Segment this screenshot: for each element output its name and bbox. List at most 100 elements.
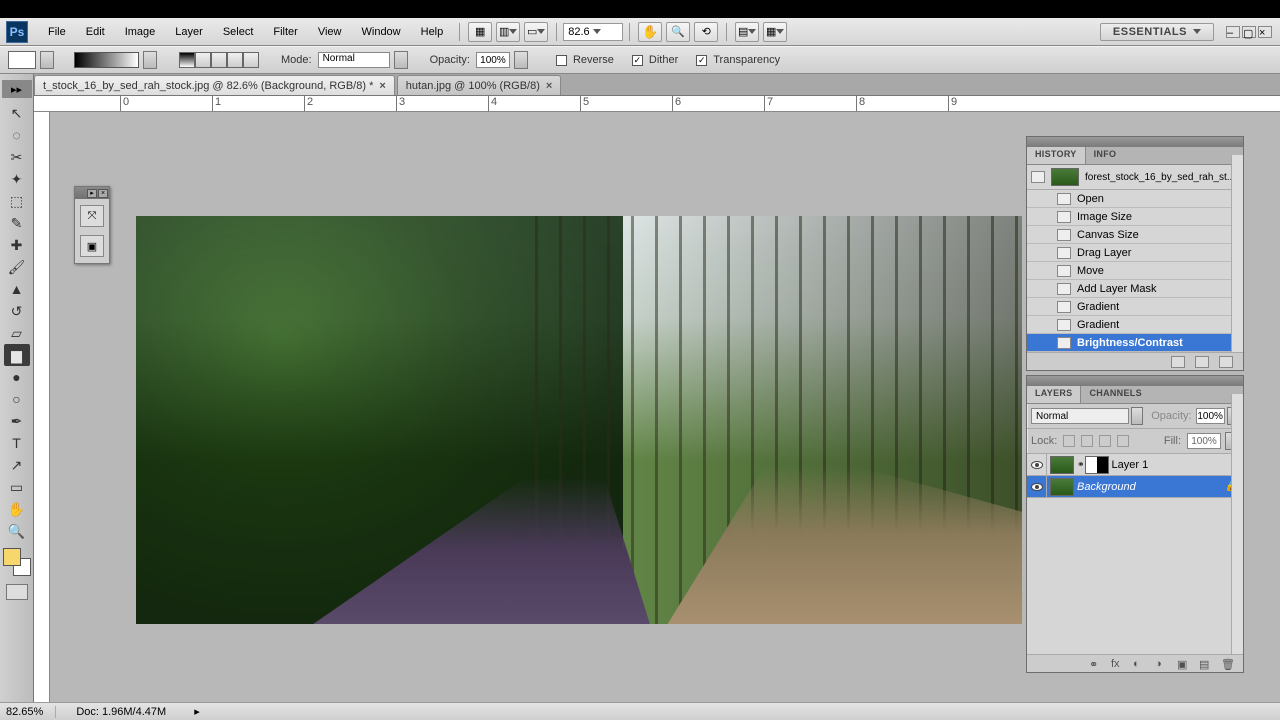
minimize-button[interactable]: – bbox=[1226, 26, 1240, 38]
history-item[interactable]: Open bbox=[1027, 190, 1243, 208]
screen-mode-icon[interactable]: ▭ bbox=[524, 22, 548, 42]
linear-gradient-button[interactable] bbox=[179, 52, 195, 68]
tool-preset-icon[interactable] bbox=[8, 51, 36, 69]
workspace-switcher[interactable]: ESSENTIALS bbox=[1100, 23, 1214, 41]
layer-blend-select[interactable]: Normal bbox=[1031, 408, 1129, 424]
color-swatches[interactable] bbox=[3, 548, 31, 576]
gradient-tool[interactable]: ▆ bbox=[4, 344, 30, 366]
pen-tool[interactable]: ✒ bbox=[4, 410, 30, 432]
tab-layers[interactable]: LAYERS bbox=[1027, 386, 1081, 403]
history-item[interactable]: Canvas Size bbox=[1027, 226, 1243, 244]
close-tab-icon[interactable]: × bbox=[379, 80, 385, 92]
tab-history[interactable]: HISTORY bbox=[1027, 147, 1086, 164]
history-item[interactable]: Gradient bbox=[1027, 316, 1243, 334]
layer-opacity-input[interactable]: 100% bbox=[1196, 408, 1225, 424]
eyedropper-tool[interactable]: ✎ bbox=[4, 212, 30, 234]
menu-select[interactable]: Select bbox=[213, 23, 264, 41]
visibility-toggle[interactable] bbox=[1027, 476, 1047, 497]
status-zoom[interactable]: 82.65% bbox=[6, 706, 56, 718]
opacity-input[interactable]: 100% bbox=[476, 52, 510, 68]
delete-state-icon[interactable] bbox=[1219, 356, 1233, 368]
stamp-tool[interactable]: ▲ bbox=[4, 278, 30, 300]
layer-thumbnail[interactable] bbox=[1050, 478, 1074, 496]
3d-axis-tool[interactable]: ⤧ bbox=[80, 205, 104, 227]
opacity-dropdown[interactable] bbox=[514, 51, 528, 69]
extras-icon[interactable]: ▤ bbox=[735, 22, 759, 42]
link-icon[interactable]: ⚭ bbox=[1077, 459, 1085, 470]
collapse-icon[interactable]: ▸ bbox=[87, 189, 97, 198]
lock-transparency-icon[interactable] bbox=[1063, 435, 1075, 447]
menu-filter[interactable]: Filter bbox=[263, 23, 307, 41]
delete-layer-icon[interactable]: 🗑 bbox=[1221, 658, 1235, 670]
menu-layer[interactable]: Layer bbox=[165, 23, 213, 41]
rotate-view-icon[interactable]: ⟲ bbox=[694, 22, 718, 42]
history-item[interactable]: Add Layer Mask bbox=[1027, 280, 1243, 298]
visibility-toggle[interactable] bbox=[1027, 454, 1047, 475]
history-item[interactable]: Move bbox=[1027, 262, 1243, 280]
layer-name[interactable]: Layer 1 bbox=[1112, 459, 1149, 471]
menu-window[interactable]: Window bbox=[352, 23, 411, 41]
group-icon[interactable]: ▣ bbox=[1177, 658, 1191, 670]
floating-panel[interactable]: ▸ × ⤧ ▣ bbox=[74, 186, 110, 264]
hand-tool[interactable]: ✋ bbox=[4, 498, 30, 520]
toolbar-collapse[interactable]: ▸▸ bbox=[2, 80, 32, 98]
crop-tool[interactable]: ⬚ bbox=[4, 190, 30, 212]
blend-mode-select[interactable]: Normal bbox=[318, 52, 390, 68]
blur-tool[interactable]: ● bbox=[4, 366, 30, 388]
layer-name[interactable]: Background bbox=[1077, 481, 1136, 493]
marquee-tool[interactable]: ◌ bbox=[4, 124, 30, 146]
history-item[interactable]: Gradient bbox=[1027, 298, 1243, 316]
reflected-gradient-button[interactable] bbox=[227, 52, 243, 68]
history-item[interactable]: Brightness/Contrast bbox=[1027, 334, 1243, 352]
panel-grip[interactable] bbox=[1027, 376, 1243, 386]
history-brush-tool[interactable]: ↺ bbox=[4, 300, 30, 322]
layer-thumbnail[interactable] bbox=[1050, 456, 1074, 474]
3d-object-tool[interactable]: ▣ bbox=[80, 235, 104, 257]
reverse-checkbox[interactable] bbox=[556, 55, 567, 66]
tool-preset-dropdown[interactable] bbox=[40, 51, 54, 69]
radial-gradient-button[interactable] bbox=[195, 52, 211, 68]
shape-tool[interactable]: ▭ bbox=[4, 476, 30, 498]
history-item[interactable]: Drag Layer bbox=[1027, 244, 1243, 262]
type-tool[interactable]: T bbox=[4, 432, 30, 454]
lasso-tool[interactable]: ✂ bbox=[4, 146, 30, 168]
panel-grip[interactable] bbox=[1027, 137, 1243, 147]
history-item[interactable]: Image Size bbox=[1027, 208, 1243, 226]
zoom-tool-icon[interactable]: 🔍 bbox=[666, 22, 690, 42]
lock-all-icon[interactable] bbox=[1117, 435, 1129, 447]
lock-position-icon[interactable] bbox=[1099, 435, 1111, 447]
quick-mask-button[interactable] bbox=[6, 584, 28, 600]
menu-edit[interactable]: Edit bbox=[76, 23, 115, 41]
document-tab-2[interactable]: hutan.jpg @ 100% (RGB/8) × bbox=[397, 75, 562, 95]
zoom-tool[interactable]: 🔍 bbox=[4, 520, 30, 542]
bridge-icon[interactable]: ▦ bbox=[468, 22, 492, 42]
new-snapshot-icon[interactable] bbox=[1195, 356, 1209, 368]
hand-tool-icon[interactable]: ✋ bbox=[638, 22, 662, 42]
move-tool[interactable]: ↖ bbox=[4, 102, 30, 124]
restore-button[interactable]: ▢ bbox=[1242, 26, 1256, 38]
fill-input[interactable]: 100% bbox=[1187, 433, 1221, 449]
document-tab-1[interactable]: t_stock_16_by_sed_rah_stock.jpg @ 82.6% … bbox=[34, 75, 395, 95]
layer-mask-icon[interactable]: ◐ bbox=[1133, 658, 1147, 670]
close-tab-icon[interactable]: × bbox=[546, 80, 552, 92]
scrollbar[interactable] bbox=[1231, 394, 1243, 654]
floating-panel-header[interactable]: ▸ × bbox=[75, 187, 109, 199]
brush-tool[interactable]: 🖌 bbox=[4, 256, 30, 278]
tab-channels[interactable]: CHANNELS bbox=[1081, 386, 1149, 403]
history-source-row[interactable]: forest_stock_16_by_sed_rah_st... bbox=[1027, 165, 1243, 190]
close-button[interactable]: × bbox=[1258, 26, 1272, 38]
wand-tool[interactable]: ✦ bbox=[4, 168, 30, 190]
layer-style-icon[interactable]: fx bbox=[1111, 658, 1125, 670]
document-canvas[interactable] bbox=[136, 216, 1022, 624]
diamond-gradient-button[interactable] bbox=[243, 52, 259, 68]
new-doc-from-state-icon[interactable] bbox=[1171, 356, 1185, 368]
new-layer-icon[interactable]: ▤ bbox=[1199, 658, 1213, 670]
eraser-tool[interactable]: ▱ bbox=[4, 322, 30, 344]
horizontal-ruler[interactable]: 0123456789 bbox=[34, 96, 1280, 112]
dither-checkbox[interactable]: ✓ bbox=[632, 55, 643, 66]
menu-help[interactable]: Help bbox=[411, 23, 454, 41]
transparency-checkbox[interactable]: ✓ bbox=[696, 55, 707, 66]
gradient-dropdown[interactable] bbox=[143, 51, 157, 69]
layer-row[interactable]: Background🔒 bbox=[1027, 476, 1243, 498]
menu-view[interactable]: View bbox=[308, 23, 352, 41]
